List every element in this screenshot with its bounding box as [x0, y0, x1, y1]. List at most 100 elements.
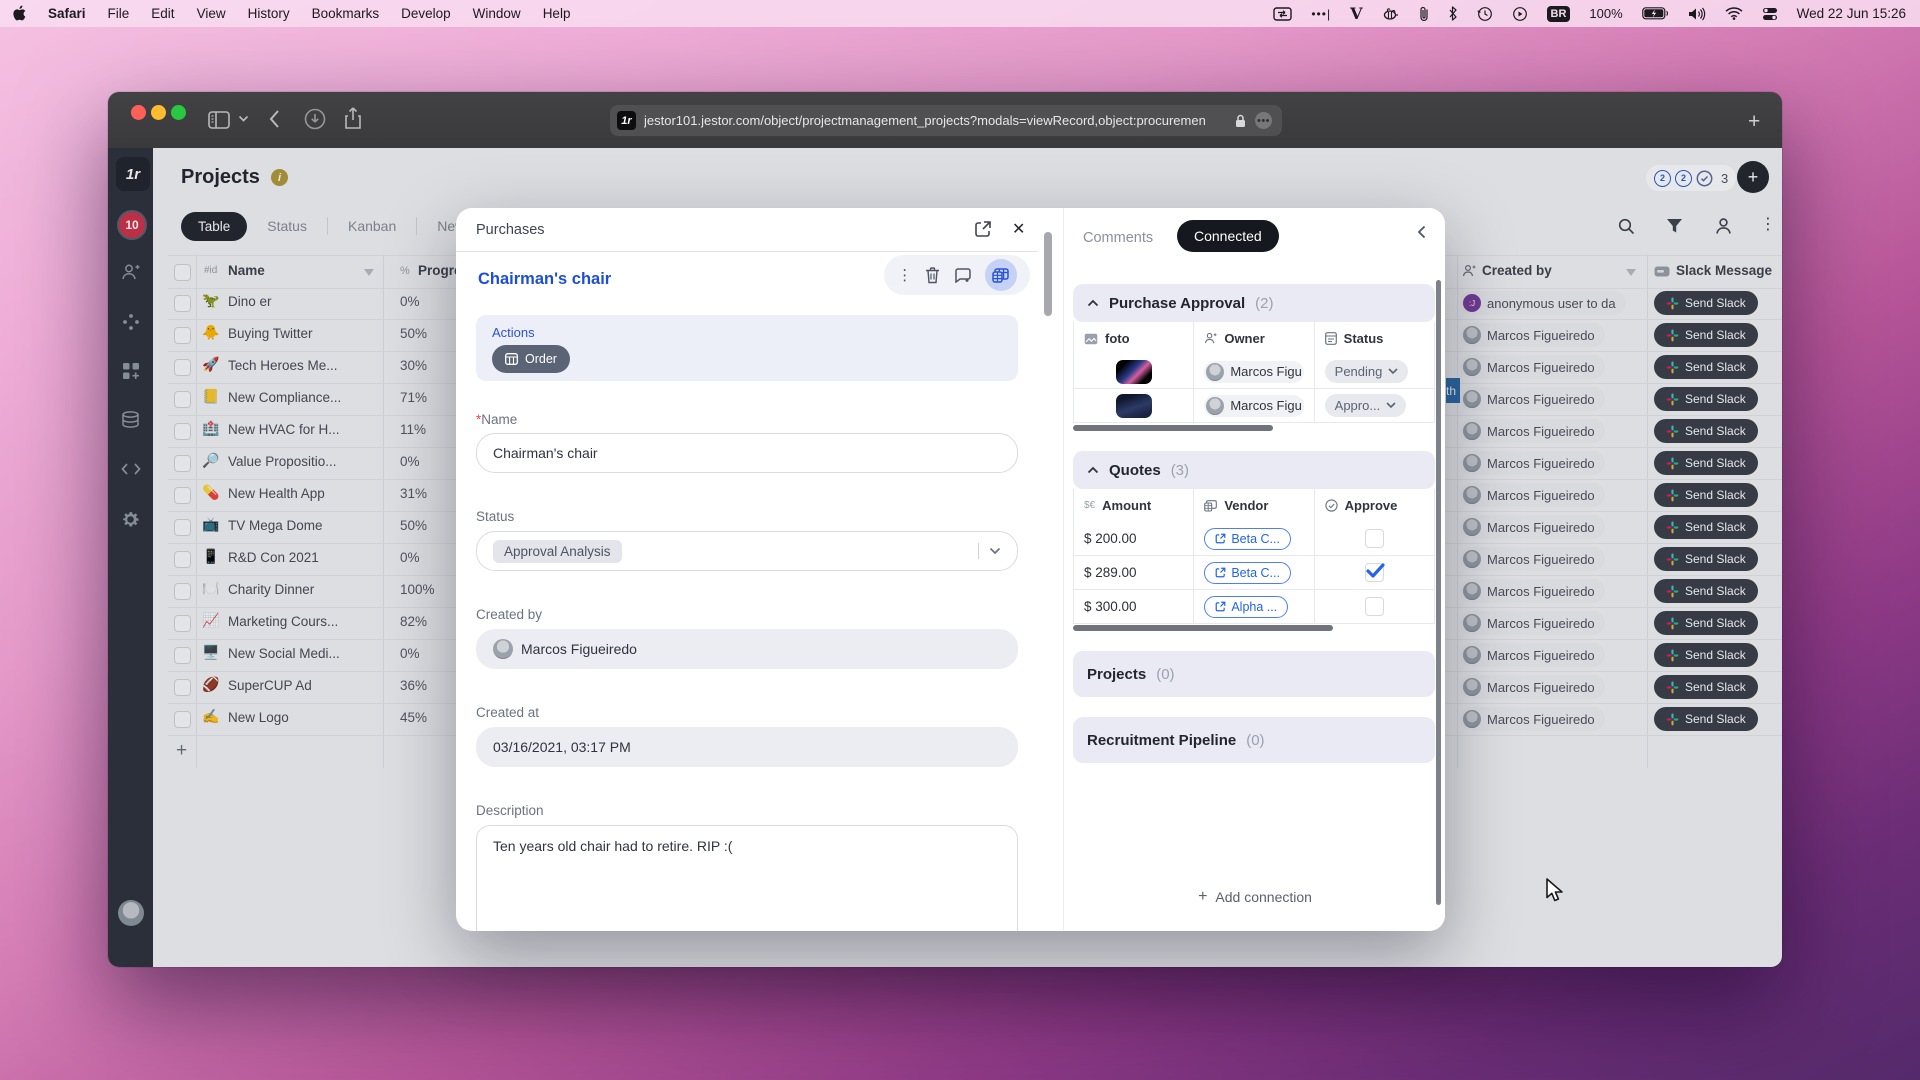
user-avatar[interactable]	[118, 900, 144, 926]
wifi-icon[interactable]	[1725, 7, 1743, 20]
order-action-button[interactable]: Order	[492, 345, 570, 373]
quotes-hscrollbar[interactable]	[1073, 625, 1333, 631]
project-name[interactable]: Charity Dinner	[228, 582, 392, 597]
jestor-logo[interactable]: 1r	[116, 157, 150, 191]
row-checkbox[interactable]	[174, 711, 191, 728]
progress-column-header[interactable]: Progre	[418, 263, 462, 278]
time-machine-icon[interactable]	[1477, 6, 1493, 22]
filter-icon[interactable]	[1666, 218, 1683, 234]
approve-checkbox[interactable]	[1365, 529, 1384, 548]
back-button[interactable]	[268, 109, 280, 129]
collapse-panel-icon[interactable]	[1417, 225, 1426, 239]
quote-row[interactable]: $ 200.00Beta C...	[1074, 522, 1434, 555]
project-name[interactable]: New Health App	[228, 486, 392, 501]
people-icon[interactable]	[1715, 217, 1732, 235]
zoom-window-button[interactable]	[171, 105, 186, 120]
search-icon[interactable]	[1618, 218, 1635, 235]
purchase-approval-header[interactable]: Purchase Approval (2)	[1073, 284, 1435, 322]
bluetooth-icon[interactable]	[1448, 6, 1458, 21]
row-checkbox[interactable]	[174, 295, 191, 312]
menu-bar-clock[interactable]: Wed 22 Jun 15:26	[1797, 6, 1906, 21]
menu-item-history[interactable]: History	[237, 6, 301, 21]
settings-gear-icon[interactable]	[108, 510, 153, 529]
code-icon[interactable]	[108, 462, 153, 476]
battery-icon[interactable]	[1642, 7, 1669, 20]
row-checkbox[interactable]	[174, 679, 191, 696]
purchase-approval-row[interactable]: Marcos FiguPending	[1074, 355, 1434, 388]
approve-checkbox[interactable]	[1365, 563, 1384, 582]
display-arrangement-icon[interactable]	[1273, 7, 1292, 21]
row-checkbox[interactable]	[174, 391, 191, 408]
menu-item-develop[interactable]: Develop	[390, 6, 462, 21]
collaborators-cluster[interactable]: 2 2 3	[1646, 165, 1736, 191]
tab-comments[interactable]: Comments	[1083, 230, 1153, 246]
input-source-badge[interactable]: BR	[1547, 6, 1571, 22]
quotes-header[interactable]: Quotes (3)	[1073, 451, 1435, 489]
volume-icon[interactable]	[1688, 7, 1706, 21]
slack-column-header[interactable]: Slack Message	[1676, 263, 1772, 278]
send-slack-button[interactable]: Send Slack	[1654, 675, 1758, 699]
bee-app-icon[interactable]	[1382, 7, 1400, 21]
control-center-icon[interactable]	[1762, 7, 1778, 21]
menu-item-edit[interactable]: Edit	[140, 6, 185, 21]
sidebar-chevron-icon[interactable]	[238, 115, 249, 123]
row-checkbox[interactable]	[174, 327, 191, 344]
tab-status[interactable]: Status	[247, 218, 327, 234]
send-slack-button[interactable]: Send Slack	[1654, 643, 1758, 667]
name-input[interactable]: Chairman's chair	[476, 433, 1018, 473]
send-slack-button[interactable]: Send Slack	[1654, 451, 1758, 475]
new-tab-button[interactable]: +	[1748, 110, 1760, 134]
sort-caret-icon[interactable]	[364, 269, 374, 276]
menu-item-safari[interactable]: Safari	[37, 6, 97, 21]
purchase-approval-hscrollbar[interactable]	[1073, 425, 1273, 431]
info-badge[interactable]: i	[271, 169, 288, 186]
tab-table[interactable]: Table	[181, 212, 247, 241]
open-external-icon[interactable]	[974, 220, 992, 238]
database-icon[interactable]	[108, 411, 153, 429]
add-record-button[interactable]: +	[1737, 161, 1769, 193]
more-options-icon[interactable]: ⋮	[1760, 214, 1776, 234]
status-tag[interactable]: Approval Analysis	[493, 540, 622, 563]
notifications-badge[interactable]: 10	[117, 210, 147, 240]
row-checkbox[interactable]	[174, 615, 191, 632]
tab-kanban[interactable]: Kanban	[328, 218, 416, 234]
row-checkbox[interactable]	[174, 519, 191, 536]
panel-scrollbar[interactable]	[1436, 280, 1441, 905]
purchase-approval-row[interactable]: Marcos FiguAppro...	[1074, 388, 1434, 422]
project-name[interactable]: Value Propositio...	[228, 454, 392, 469]
add-connection-button[interactable]: + Add connection	[1064, 888, 1445, 906]
project-name[interactable]: New Logo	[228, 710, 392, 725]
duplicate-record-icon[interactable]	[954, 268, 972, 283]
send-slack-button[interactable]: Send Slack	[1654, 611, 1758, 635]
minimize-window-button[interactable]	[151, 105, 166, 120]
send-slack-button[interactable]: Send Slack	[1654, 483, 1758, 507]
status-dropdown[interactable]: Pending	[1325, 360, 1409, 383]
close-window-button[interactable]	[131, 105, 146, 120]
quote-row[interactable]: $ 300.00Alpha ...	[1074, 589, 1434, 623]
paperclip-icon[interactable]	[1419, 6, 1429, 22]
menu-item-help[interactable]: Help	[532, 6, 582, 21]
v-app-icon[interactable]: V	[1350, 4, 1362, 23]
screen-record-icon[interactable]	[1512, 6, 1528, 22]
recruitment-connection-header[interactable]: Recruitment Pipeline (0)	[1073, 717, 1435, 763]
project-name[interactable]: New Compliance...	[228, 390, 392, 405]
downloads-button[interactable]	[304, 108, 326, 130]
created-by-column-header[interactable]: Created by	[1482, 263, 1552, 278]
record-more-icon[interactable]: ⋮	[897, 266, 912, 284]
sidebar-toggle-icon[interactable]	[208, 111, 230, 129]
send-slack-button[interactable]: Send Slack	[1654, 419, 1758, 443]
tab-connected[interactable]: Connected	[1177, 220, 1279, 252]
send-slack-button[interactable]: Send Slack	[1654, 387, 1758, 411]
status-select[interactable]: Approval Analysis	[476, 531, 1018, 571]
modal-scrollbar[interactable]	[1044, 232, 1052, 316]
apple-menu[interactable]	[0, 5, 37, 22]
quote-row[interactable]: $ 289.00Beta C...	[1074, 555, 1434, 589]
apps-add-icon[interactable]	[108, 362, 153, 380]
projects-connection-header[interactable]: Projects (0)	[1073, 651, 1435, 697]
add-row-button[interactable]: +	[176, 740, 187, 762]
foto-thumbnail[interactable]	[1116, 394, 1152, 418]
send-slack-button[interactable]: Send Slack	[1654, 355, 1758, 379]
row-checkbox[interactable]	[174, 583, 191, 600]
menu-item-view[interactable]: View	[186, 6, 237, 21]
row-checkbox[interactable]	[174, 551, 191, 568]
